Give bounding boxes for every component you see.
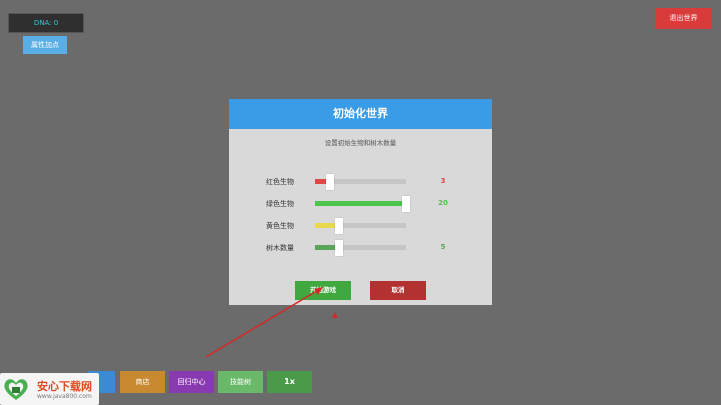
speed-button[interactable]: 1x — [267, 371, 312, 393]
slider-value: 20 — [438, 199, 448, 207]
skill-tree-button[interactable]: 技能树 — [218, 371, 263, 393]
start-game-button[interactable]: 开始游戏 — [295, 281, 351, 300]
slider-thumb[interactable] — [334, 218, 343, 234]
slider-thumb[interactable] — [402, 196, 411, 212]
slider-row-red: 红色生物 3 — [229, 174, 492, 190]
exit-world-button[interactable]: 退出世界 — [655, 8, 712, 29]
slider-track[interactable] — [315, 218, 406, 234]
watermark-title: 安心下载网 — [37, 380, 92, 393]
watermark-logo-icon — [4, 379, 28, 400]
attribute-points-button[interactable]: 属性加点 — [23, 36, 67, 54]
slider-row-yellow: 黄色生物 — [229, 218, 492, 234]
slider-track[interactable] — [315, 240, 406, 256]
slider-row-green: 绿色生物 20 — [229, 196, 492, 212]
dialog-title: 初始化世界 — [229, 99, 492, 129]
recycle-center-button[interactable]: 回归中心 — [169, 371, 214, 393]
shop-button[interactable]: 商店 — [120, 371, 165, 393]
watermark: 安心下载网 www.java800.com — [0, 373, 99, 405]
init-world-dialog: 初始化世界 设置初始生物和树木数量 红色生物 3 绿色生物 20 黄色生物 树木… — [229, 99, 492, 305]
slider-label: 树木数量 — [266, 244, 294, 252]
slider-label: 黄色生物 — [266, 222, 294, 230]
cancel-button[interactable]: 取消 — [370, 281, 426, 300]
watermark-url: www.java800.com — [37, 393, 92, 400]
dialog-subtitle: 设置初始生物和树木数量 — [324, 139, 397, 147]
slider-thumb[interactable] — [334, 240, 343, 256]
slider-value: 3 — [440, 177, 446, 185]
dna-counter: DNA: 0 — [8, 13, 84, 33]
slider-thumb[interactable] — [325, 174, 334, 190]
slider-label: 绿色生物 — [266, 200, 294, 208]
slider-row-trees: 树木数量 5 — [229, 240, 492, 256]
slider-track[interactable] — [315, 174, 406, 190]
slider-track[interactable] — [315, 196, 411, 212]
slider-label: 红色生物 — [266, 178, 294, 186]
slider-value: 5 — [440, 243, 446, 251]
slider-fill — [315, 201, 406, 206]
